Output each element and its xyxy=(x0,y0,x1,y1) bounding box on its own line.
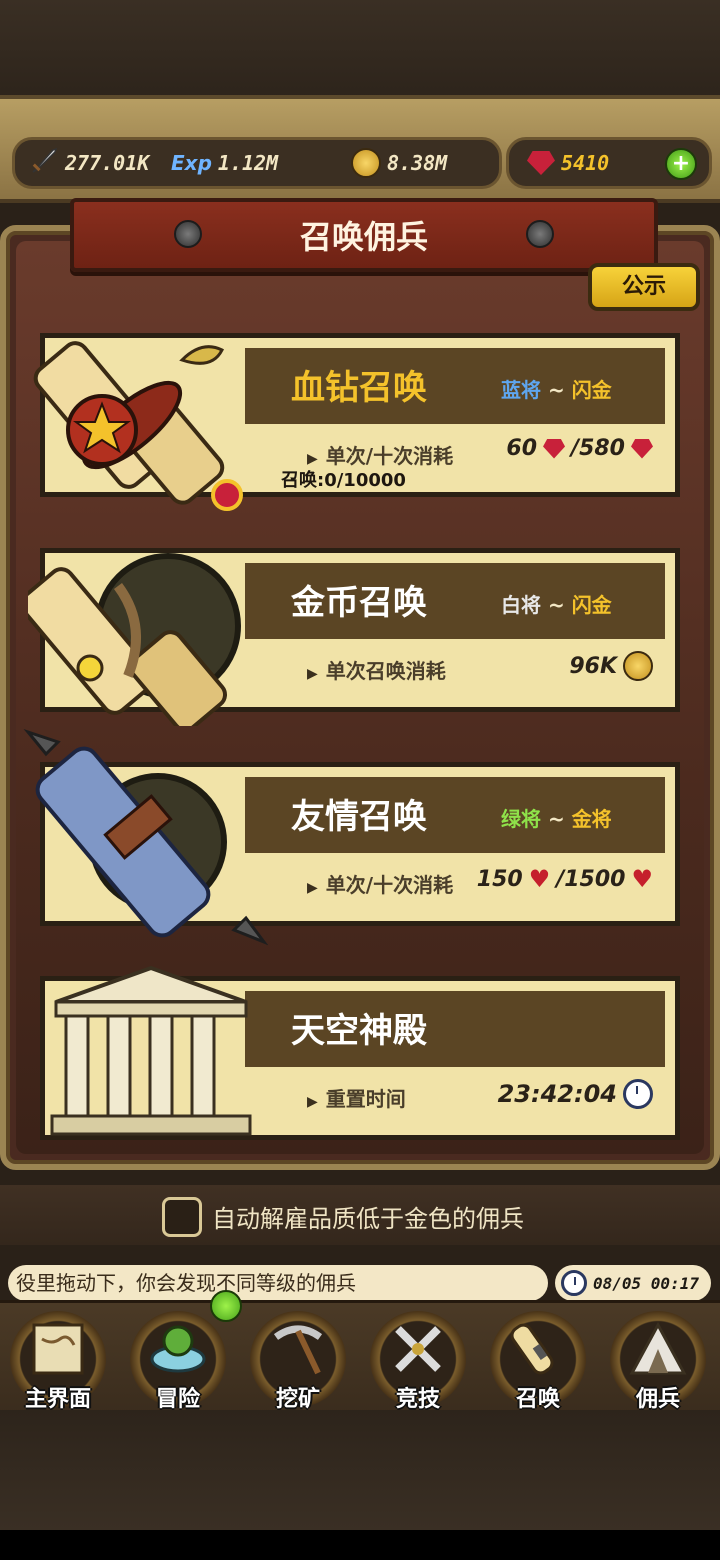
clock-value: 08/05 00:17 xyxy=(593,1273,699,1293)
rarity-range: 蓝将 ~ 闪金 xyxy=(501,374,612,403)
cost-single: 60 xyxy=(506,436,538,461)
cost-ten: /580 xyxy=(571,436,625,461)
heart-icon: ♥ xyxy=(631,865,653,893)
clock-display: 08/05 00:17 xyxy=(555,1265,711,1301)
resource-group-left: 277.01K Exp 1.12M 8.38M xyxy=(12,137,502,189)
heart-icon: ♥ xyxy=(528,865,551,893)
timer-value: 23:42:04 xyxy=(497,1080,617,1108)
sword-icon xyxy=(29,146,59,181)
bottom-nav: 主界面 冒险 挖矿 竞技 召唤 佣兵 xyxy=(0,1300,720,1419)
background-top xyxy=(0,0,720,100)
cost-values: 96K xyxy=(569,651,653,681)
rarity-to: 闪金 xyxy=(571,593,612,617)
notification-dot-icon xyxy=(210,1290,242,1322)
gold-stat: 8.38M xyxy=(351,146,447,180)
map-icon xyxy=(28,1319,88,1379)
notice-button[interactable]: 公示 xyxy=(588,263,700,311)
temple-icon xyxy=(46,962,256,1146)
card-title: 金币召唤 xyxy=(291,583,427,623)
tip-marquee: 役里拖动下，你会发现不同等级的佣兵 xyxy=(8,1265,548,1301)
clock-icon xyxy=(623,1079,653,1109)
ruby-icon xyxy=(543,438,566,459)
friendship-scroll-icon xyxy=(18,722,269,956)
card-title: 天空神殿 xyxy=(291,1011,427,1051)
island-icon xyxy=(148,1319,208,1379)
cost-values: 60 /580 xyxy=(506,436,653,461)
bolt-icon xyxy=(526,220,554,248)
resource-bar: 277.01K Exp 1.12M 8.38M 5410 + xyxy=(0,95,720,203)
clock-icon xyxy=(561,1270,587,1296)
cost-label: 单次召唤消耗 xyxy=(307,655,446,684)
crossed-swords-icon xyxy=(388,1319,448,1379)
cost-single: 96K xyxy=(569,653,617,679)
exp-icon: Exp xyxy=(171,151,212,175)
pickaxe-icon xyxy=(268,1319,328,1379)
coin-icon xyxy=(351,148,381,178)
nav-item-main[interactable]: 主界面 xyxy=(2,1311,114,1412)
cost-values: 150 ♥ /1500 ♥ xyxy=(477,865,653,893)
gem-stat: 5410 xyxy=(527,146,609,180)
nav-item-adventure[interactable]: 冒险 xyxy=(122,1311,234,1412)
power-value: 277.01K xyxy=(65,151,150,175)
auto-dismiss-checkbox[interactable] xyxy=(162,1197,202,1237)
gold-value: 8.38M xyxy=(387,151,448,175)
nav-item-mining[interactable]: 挖矿 xyxy=(242,1311,354,1412)
plus-icon[interactable]: + xyxy=(665,148,697,180)
card-title: 友情召唤 xyxy=(291,797,427,837)
auto-dismiss-row: 自动解雇品质低于金色的佣兵 xyxy=(0,1185,720,1245)
cost-label: 单次/十次消耗 xyxy=(307,440,453,469)
blood-scroll-icon xyxy=(32,300,252,524)
nav-label: 冒险 xyxy=(155,1387,200,1412)
coin-icon xyxy=(623,651,653,681)
timer: 23:42:04 xyxy=(498,1079,653,1109)
nav-label: 挖矿 xyxy=(275,1387,320,1412)
gold-scroll-icon xyxy=(19,526,258,732)
scroll-icon xyxy=(508,1319,568,1379)
rarity-from: 蓝将 xyxy=(501,378,541,402)
exp-value: 1.12M xyxy=(217,151,279,175)
cost-label: 单次/十次消耗 xyxy=(307,869,453,898)
nav-item-summon[interactable]: 召唤 xyxy=(482,1311,594,1412)
gem-value: 5410 xyxy=(561,151,610,175)
cost-ten: /1500 xyxy=(556,866,626,892)
rarity-sep: ~ xyxy=(541,593,572,617)
rarity-from: 白将 xyxy=(501,593,541,617)
rarity-range: 白将 ~ 闪金 xyxy=(501,589,612,618)
nav-label: 佣兵 xyxy=(635,1387,680,1412)
auto-dismiss-label: 自动解雇品质低于金色的佣兵 xyxy=(212,1205,524,1233)
summon-counter: 召唤:0/10000 xyxy=(281,470,406,491)
system-nav-strip xyxy=(0,1530,720,1560)
tent-icon xyxy=(628,1319,688,1379)
title-banner: 召唤佣兵 xyxy=(70,198,658,272)
rarity-from: 绿将 xyxy=(501,807,541,831)
nav-label: 竞技 xyxy=(395,1387,440,1412)
rarity-sep: ~ xyxy=(541,378,572,402)
cost-single: 150 xyxy=(476,866,523,892)
nav-item-arena[interactable]: 竞技 xyxy=(362,1311,474,1412)
rarity-to: 闪金 xyxy=(571,378,612,402)
timer-label: 重置时间 xyxy=(307,1083,406,1112)
power-stat: 277.01K xyxy=(29,146,149,180)
ruby-icon xyxy=(631,438,653,459)
page-title: 召唤佣兵 xyxy=(299,218,428,256)
rarity-sep: ~ xyxy=(541,807,572,831)
ruby-icon xyxy=(527,151,555,175)
nav-label: 召唤 xyxy=(515,1387,560,1412)
resource-group-right: 5410 + xyxy=(506,137,712,189)
card-title: 血钻召唤 xyxy=(291,368,427,408)
background-bottom xyxy=(0,1410,720,1530)
exp-stat: Exp 1.12M xyxy=(171,146,278,180)
rarity-range: 绿将 ~ 金将 xyxy=(501,803,612,832)
rarity-to: 金将 xyxy=(571,807,612,831)
nav-label: 主界面 xyxy=(24,1387,91,1412)
nav-item-mercenary[interactable]: 佣兵 xyxy=(602,1311,714,1412)
